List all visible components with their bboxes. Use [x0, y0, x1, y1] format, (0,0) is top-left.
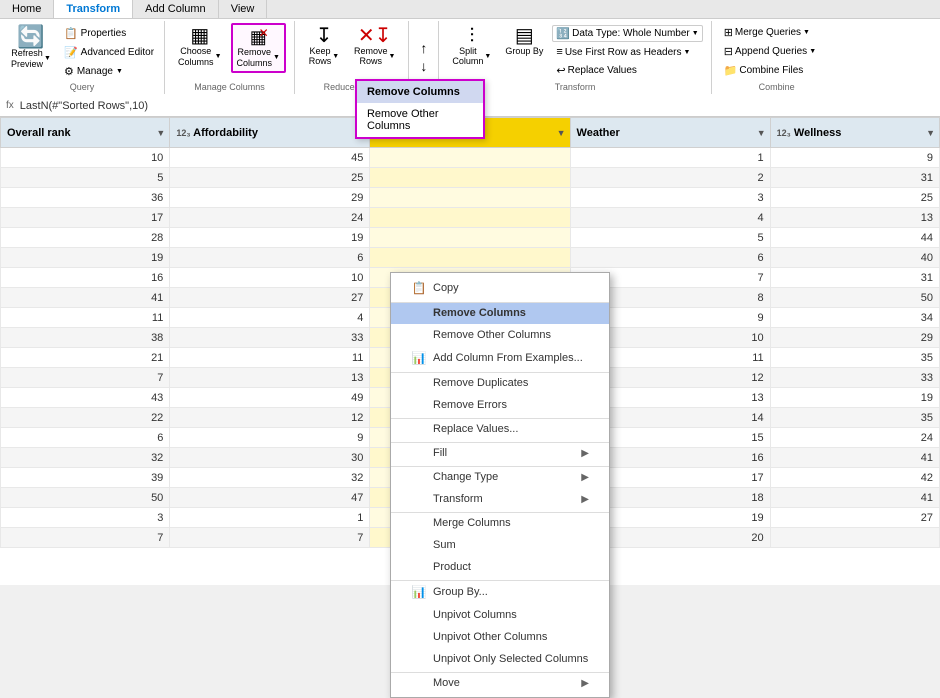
dd-remove-other-cols[interactable]: Remove Other Columns	[357, 103, 483, 137]
ctx-unpivot-selected[interactable]: Unpivot Only Selected Columns	[391, 648, 609, 670]
ribbon-group-query: 🔄 Refresh Preview ▼ 📋 Properties 📝 Advan…	[0, 21, 165, 94]
properties-button[interactable]: 📋 Properties	[60, 25, 158, 42]
table-row: 2819544	[1, 228, 940, 248]
first-row-headers-button[interactable]: ≡ Use First Row as Headers ▼	[552, 44, 702, 60]
choose-columns-button[interactable]: ▦ Choose Columns ▼	[173, 23, 226, 71]
ribbon: Home Transform Add Column View 🔄 Refresh…	[0, 0, 940, 95]
main-area: Overall rank ▼ 12₃ Affordability ▼ 12₃ C…	[0, 117, 940, 585]
ctx-unpivot[interactable]: Unpivot Columns	[391, 604, 609, 626]
append-queries-button[interactable]: ⊟ Append Queries ▼	[720, 43, 834, 60]
group-by-button[interactable]: ▤ Group By	[500, 23, 548, 59]
col-header-weather[interactable]: Weather ▼	[570, 118, 770, 148]
remove-rows-button[interactable]: ✕↧ Remove Rows ▼	[349, 23, 400, 69]
table-row: 525231	[1, 168, 940, 188]
transform-group-label: Transform	[447, 82, 702, 92]
table-row: 104519	[1, 148, 940, 168]
ctx-remove-other-columns[interactable]: Remove Other Columns	[391, 324, 609, 346]
advanced-editor-button[interactable]: 📝 Advanced Editor	[60, 44, 158, 61]
refresh-preview-button[interactable]: 🔄 Refresh Preview ▼	[6, 23, 56, 73]
ctx-remove-columns[interactable]: Remove Columns	[391, 302, 609, 324]
replace-values-button[interactable]: ↩ Replace Values	[552, 62, 702, 79]
ctx-add-column-examples[interactable]: 📊Add Column From Examples...	[391, 346, 609, 370]
tab-home[interactable]: Home	[0, 0, 54, 18]
tab-transform[interactable]: Transform	[54, 0, 133, 18]
merge-queries-button[interactable]: ⊞ Merge Queries ▼	[720, 24, 834, 41]
ribbon-group-reduce-rows: ↧ Keep Rows ▼ ✕↧ Remove Rows ▼ Re	[295, 21, 409, 94]
ctx-merge-columns[interactable]: Merge Columns	[391, 512, 609, 534]
ctx-remove-errors[interactable]: Remove Errors	[391, 394, 609, 416]
ctx-fill[interactable]: Fill▶	[391, 442, 609, 464]
sort-asc-button[interactable]: ↑	[415, 40, 432, 56]
manage-button[interactable]: ⚙ Manage ▼	[60, 63, 158, 80]
ribbon-group-manage-columns: ▦ Choose Columns ▼ ▦✕ Remove Columns ▼	[165, 21, 295, 94]
table-row: 1724413	[1, 208, 940, 228]
remove-columns-button[interactable]: ▦✕ Remove Columns ▼	[231, 23, 286, 73]
ctx-sum[interactable]: Sum	[391, 534, 609, 556]
table-row: 196640	[1, 248, 940, 268]
col-header-overall-rank[interactable]: Overall rank ▼	[1, 118, 170, 148]
tab-view[interactable]: View	[219, 0, 268, 18]
col-header-affordability[interactable]: 12₃ Affordability ▼	[170, 118, 370, 148]
data-type-button[interactable]: 🔢 Data Type: Whole Number ▼	[552, 25, 702, 42]
ctx-move[interactable]: Move▶	[391, 672, 609, 694]
col-header-wellness[interactable]: 12₃ Wellness ▼	[770, 118, 939, 148]
ctx-product[interactable]: Product	[391, 556, 609, 578]
ctx-change-type[interactable]: Change Type▶	[391, 466, 609, 488]
table-row: 3629325	[1, 188, 940, 208]
context-menu: 📋CopyRemove ColumnsRemove Other Columns📊…	[390, 272, 610, 698]
ctx-remove-duplicates[interactable]: Remove Duplicates	[391, 372, 609, 394]
ctx-transform[interactable]: Transform▶	[391, 488, 609, 510]
combine-group-label: Combine	[720, 82, 834, 92]
keep-rows-button[interactable]: ↧ Keep Rows ▼	[303, 23, 345, 69]
ribbon-group-combine: ⊞ Merge Queries ▼ ⊟ Append Queries ▼ 📁 C…	[712, 21, 842, 94]
sort-desc-button[interactable]: ↓	[415, 58, 432, 74]
dd-remove-cols[interactable]: Remove Columns	[357, 81, 483, 103]
ctx-replace-values[interactable]: Replace Values...	[391, 418, 609, 440]
combine-files-button[interactable]: 📁 Combine Files	[720, 62, 834, 79]
manage-columns-group-label: Manage Columns	[173, 82, 286, 92]
remove-columns-dropdown: Remove Columns Remove Other Columns	[355, 79, 485, 139]
split-column-button[interactable]: ⫶ Split Column ▼	[447, 23, 496, 69]
query-group-label: Query	[6, 82, 158, 92]
tab-add-column[interactable]: Add Column	[133, 0, 219, 18]
ctx-copy[interactable]: 📋Copy	[391, 276, 609, 300]
formula-text: LastN(#"Sorted Rows",10)	[20, 100, 148, 112]
ctx-unpivot-other[interactable]: Unpivot Other Columns	[391, 626, 609, 648]
ctx-group-by[interactable]: 📊Group By...	[391, 580, 609, 604]
